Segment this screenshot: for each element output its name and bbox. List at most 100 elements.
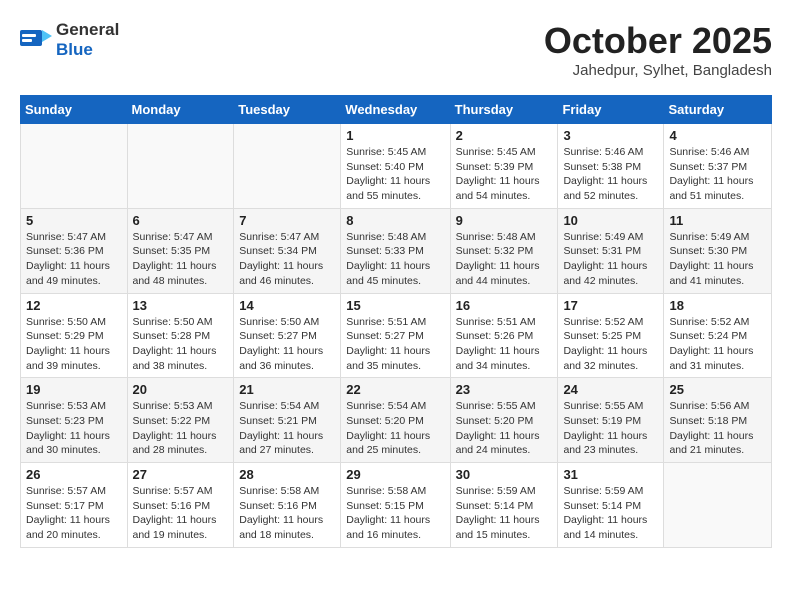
cell-info: Sunrise: 5:57 AM Sunset: 5:17 PM Dayligh…: [26, 484, 122, 543]
day-number: 4: [669, 128, 766, 143]
calendar-cell: 10 Sunrise: 5:49 AM Sunset: 5:31 PM Dayli…: [558, 208, 664, 293]
calendar-cell: 19 Sunrise: 5:53 AM Sunset: 5:23 PM Dayli…: [21, 378, 128, 463]
day-number: 12: [26, 298, 122, 313]
calendar-cell: 13 Sunrise: 5:50 AM Sunset: 5:28 PM Dayli…: [127, 293, 234, 378]
cell-info: Sunrise: 5:51 AM Sunset: 5:26 PM Dayligh…: [456, 315, 553, 374]
title-block: October 2025 Jahedpur, Sylhet, Banglades…: [544, 20, 772, 79]
cell-info: Sunrise: 5:52 AM Sunset: 5:24 PM Dayligh…: [669, 315, 766, 374]
calendar-week-row: 5 Sunrise: 5:47 AM Sunset: 5:36 PM Daylig…: [21, 208, 772, 293]
calendar-cell: 21 Sunrise: 5:54 AM Sunset: 5:21 PM Dayli…: [234, 378, 341, 463]
day-number: 15: [346, 298, 444, 313]
cell-info: Sunrise: 5:57 AM Sunset: 5:16 PM Dayligh…: [133, 484, 229, 543]
day-number: 14: [239, 298, 335, 313]
day-number: 29: [346, 467, 444, 482]
day-number: 9: [456, 213, 553, 228]
day-number: 31: [563, 467, 658, 482]
calendar-cell: 31 Sunrise: 5:59 AM Sunset: 5:14 PM Dayli…: [558, 463, 664, 548]
day-number: 10: [563, 213, 658, 228]
calendar-cell: 4 Sunrise: 5:46 AM Sunset: 5:37 PM Daylig…: [664, 124, 772, 209]
calendar-cell: 20 Sunrise: 5:53 AM Sunset: 5:22 PM Dayli…: [127, 378, 234, 463]
calendar-cell: 15 Sunrise: 5:51 AM Sunset: 5:27 PM Dayli…: [341, 293, 450, 378]
cell-info: Sunrise: 5:46 AM Sunset: 5:38 PM Dayligh…: [563, 145, 658, 204]
calendar-cell: 22 Sunrise: 5:54 AM Sunset: 5:20 PM Dayli…: [341, 378, 450, 463]
day-number: 21: [239, 382, 335, 397]
cell-info: Sunrise: 5:59 AM Sunset: 5:14 PM Dayligh…: [456, 484, 553, 543]
cell-info: Sunrise: 5:45 AM Sunset: 5:39 PM Dayligh…: [456, 145, 553, 204]
calendar-cell: 28 Sunrise: 5:58 AM Sunset: 5:16 PM Dayli…: [234, 463, 341, 548]
cell-info: Sunrise: 5:46 AM Sunset: 5:37 PM Dayligh…: [669, 145, 766, 204]
calendar-cell: 1Sunrise: 5:45 AM Sunset: 5:40 PM Daylig…: [341, 124, 450, 209]
page-header: General Blue October 2025 Jahedpur, Sylh…: [20, 20, 772, 79]
logo-icon: [20, 26, 52, 54]
calendar-week-row: 1Sunrise: 5:45 AM Sunset: 5:40 PM Daylig…: [21, 124, 772, 209]
day-number: 26: [26, 467, 122, 482]
weekday-header-thursday: Thursday: [450, 96, 558, 124]
calendar-table: SundayMondayTuesdayWednesdayThursdayFrid…: [20, 95, 772, 548]
logo-blue-text: Blue: [56, 40, 93, 59]
logo: General Blue: [20, 20, 119, 60]
cell-info: Sunrise: 5:59 AM Sunset: 5:14 PM Dayligh…: [563, 484, 658, 543]
calendar-cell: 16 Sunrise: 5:51 AM Sunset: 5:26 PM Dayli…: [450, 293, 558, 378]
calendar-cell: 12 Sunrise: 5:50 AM Sunset: 5:29 PM Dayli…: [21, 293, 128, 378]
cell-info: Sunrise: 5:50 AM Sunset: 5:29 PM Dayligh…: [26, 315, 122, 374]
cell-info: Sunrise: 5:47 AM Sunset: 5:36 PM Dayligh…: [26, 230, 122, 289]
day-number: 13: [133, 298, 229, 313]
logo-general-text: General: [56, 20, 119, 39]
calendar-cell: [234, 124, 341, 209]
calendar-cell: 11 Sunrise: 5:49 AM Sunset: 5:30 PM Dayli…: [664, 208, 772, 293]
weekday-header-wednesday: Wednesday: [341, 96, 450, 124]
calendar-cell: 24Sunrise: 5:55 AM Sunset: 5:19 PM Dayli…: [558, 378, 664, 463]
day-number: 6: [133, 213, 229, 228]
cell-info: Sunrise: 5:47 AM Sunset: 5:35 PM Dayligh…: [133, 230, 229, 289]
day-number: 2: [456, 128, 553, 143]
location-text: Jahedpur, Sylhet, Bangladesh: [544, 62, 772, 79]
calendar-cell: 9 Sunrise: 5:48 AM Sunset: 5:32 PM Daylig…: [450, 208, 558, 293]
calendar-cell: [127, 124, 234, 209]
cell-info: Sunrise: 5:48 AM Sunset: 5:32 PM Dayligh…: [456, 230, 553, 289]
calendar-cell: 23 Sunrise: 5:55 AM Sunset: 5:20 PM Dayli…: [450, 378, 558, 463]
cell-info: Sunrise: 5:54 AM Sunset: 5:21 PM Dayligh…: [239, 399, 335, 458]
cell-info: Sunrise: 5:50 AM Sunset: 5:28 PM Dayligh…: [133, 315, 229, 374]
cell-info: Sunrise: 5:51 AM Sunset: 5:27 PM Dayligh…: [346, 315, 444, 374]
cell-info: Sunrise: 5:49 AM Sunset: 5:30 PM Dayligh…: [669, 230, 766, 289]
cell-info: Sunrise: 5:50 AM Sunset: 5:27 PM Dayligh…: [239, 315, 335, 374]
calendar-cell: 6 Sunrise: 5:47 AM Sunset: 5:35 PM Daylig…: [127, 208, 234, 293]
calendar-cell: [664, 463, 772, 548]
calendar-week-row: 19 Sunrise: 5:53 AM Sunset: 5:23 PM Dayli…: [21, 378, 772, 463]
weekday-header-monday: Monday: [127, 96, 234, 124]
day-number: 17: [563, 298, 658, 313]
cell-info: Sunrise: 5:47 AM Sunset: 5:34 PM Dayligh…: [239, 230, 335, 289]
calendar-cell: 29Sunrise: 5:58 AM Sunset: 5:15 PM Dayli…: [341, 463, 450, 548]
day-number: 7: [239, 213, 335, 228]
day-number: 27: [133, 467, 229, 482]
cell-info: Sunrise: 5:58 AM Sunset: 5:16 PM Dayligh…: [239, 484, 335, 543]
calendar-cell: 25Sunrise: 5:56 AM Sunset: 5:18 PM Dayli…: [664, 378, 772, 463]
day-number: 16: [456, 298, 553, 313]
cell-info: Sunrise: 5:55 AM Sunset: 5:20 PM Dayligh…: [456, 399, 553, 458]
day-number: 22: [346, 382, 444, 397]
day-number: 11: [669, 213, 766, 228]
cell-info: Sunrise: 5:55 AM Sunset: 5:19 PM Dayligh…: [563, 399, 658, 458]
calendar-cell: 7 Sunrise: 5:47 AM Sunset: 5:34 PM Daylig…: [234, 208, 341, 293]
cell-info: Sunrise: 5:53 AM Sunset: 5:23 PM Dayligh…: [26, 399, 122, 458]
day-number: 25: [669, 382, 766, 397]
calendar-cell: 30Sunrise: 5:59 AM Sunset: 5:14 PM Dayli…: [450, 463, 558, 548]
day-number: 23: [456, 382, 553, 397]
weekday-header-saturday: Saturday: [664, 96, 772, 124]
cell-info: Sunrise: 5:53 AM Sunset: 5:22 PM Dayligh…: [133, 399, 229, 458]
cell-info: Sunrise: 5:54 AM Sunset: 5:20 PM Dayligh…: [346, 399, 444, 458]
weekday-header-friday: Friday: [558, 96, 664, 124]
cell-info: Sunrise: 5:49 AM Sunset: 5:31 PM Dayligh…: [563, 230, 658, 289]
day-number: 1: [346, 128, 444, 143]
day-number: 28: [239, 467, 335, 482]
calendar-cell: [21, 124, 128, 209]
weekday-header-row: SundayMondayTuesdayWednesdayThursdayFrid…: [21, 96, 772, 124]
calendar-cell: 8Sunrise: 5:48 AM Sunset: 5:33 PM Daylig…: [341, 208, 450, 293]
cell-info: Sunrise: 5:52 AM Sunset: 5:25 PM Dayligh…: [563, 315, 658, 374]
calendar-cell: 26 Sunrise: 5:57 AM Sunset: 5:17 PM Dayli…: [21, 463, 128, 548]
day-number: 19: [26, 382, 122, 397]
calendar-cell: 27 Sunrise: 5:57 AM Sunset: 5:16 PM Dayli…: [127, 463, 234, 548]
day-number: 20: [133, 382, 229, 397]
day-number: 5: [26, 213, 122, 228]
cell-info: Sunrise: 5:48 AM Sunset: 5:33 PM Dayligh…: [346, 230, 444, 289]
